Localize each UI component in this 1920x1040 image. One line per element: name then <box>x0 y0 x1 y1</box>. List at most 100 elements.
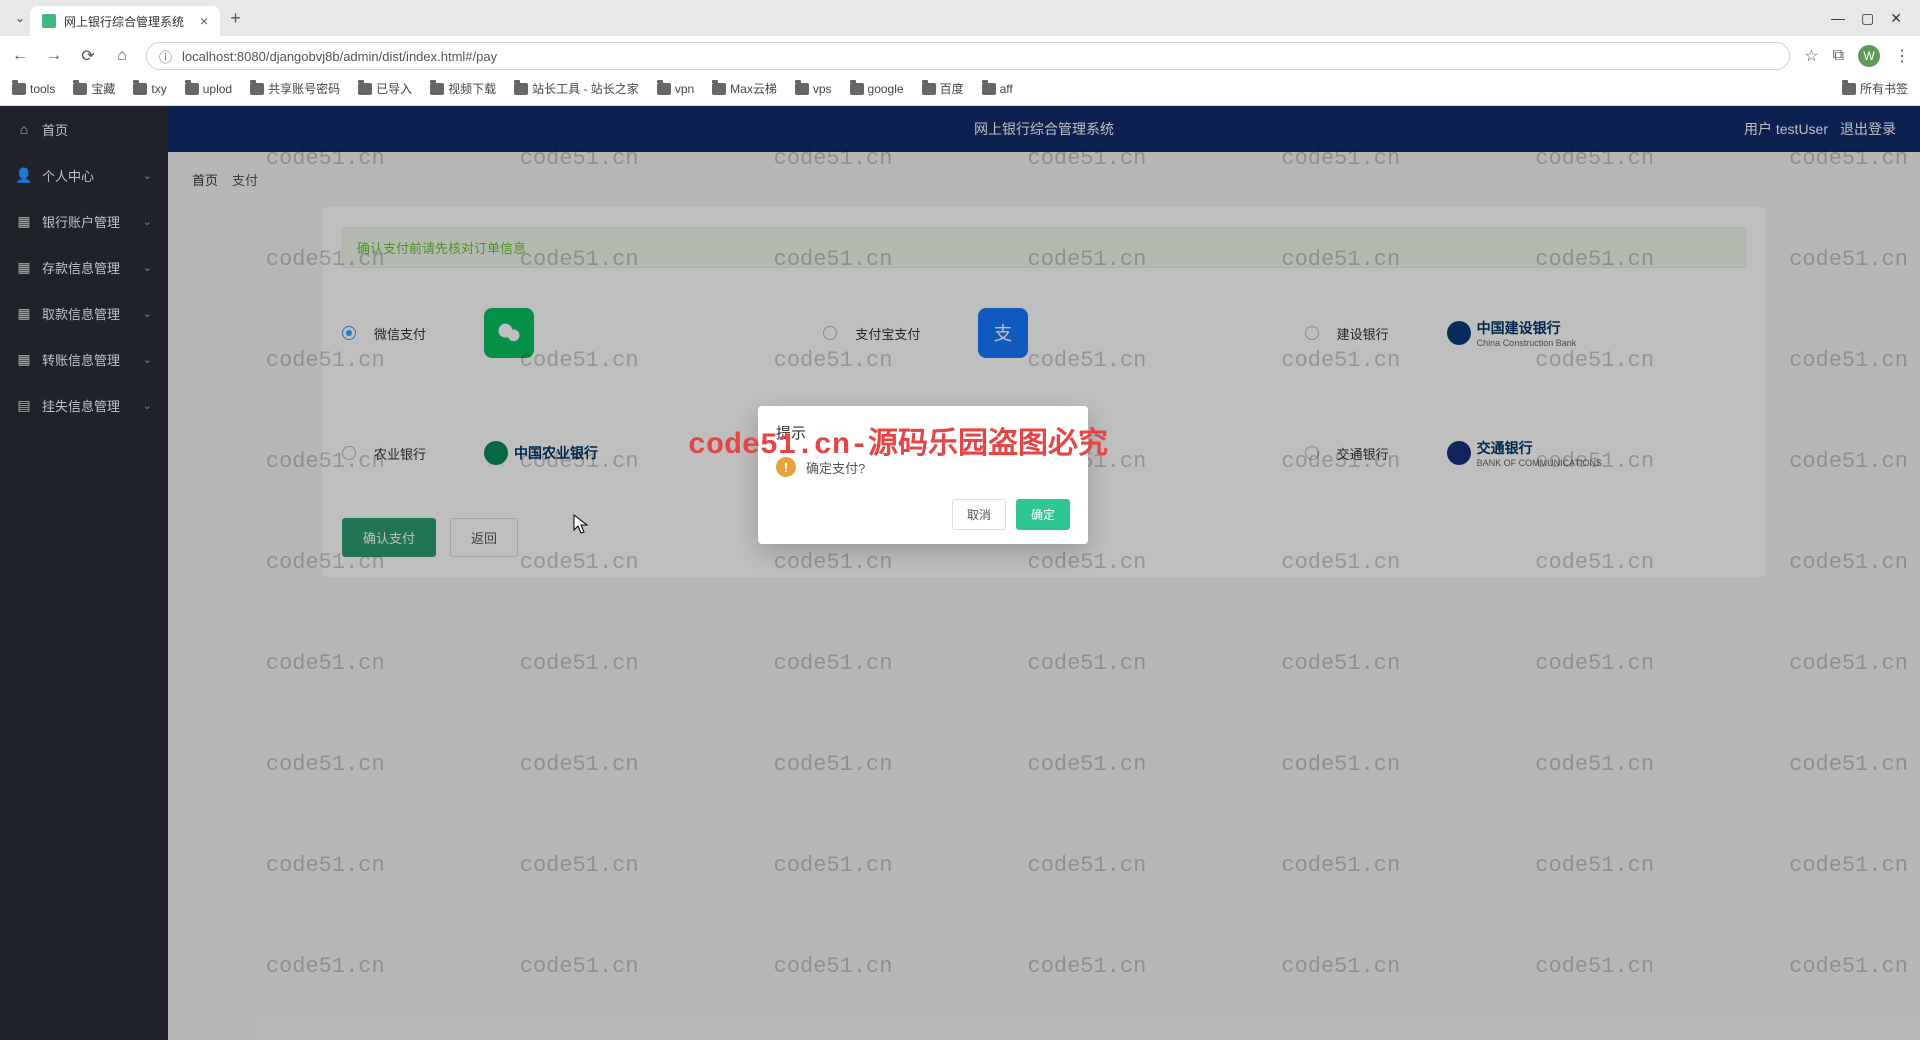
folder-icon <box>795 83 809 95</box>
sidebar-item-grid[interactable]: ▦银行账户管理⌄ <box>0 198 168 244</box>
bookmark-label: aff <box>1000 82 1013 96</box>
dialog-cancel-button[interactable]: 取消 <box>952 499 1006 530</box>
bookmark-label: 站长工具 - 站长之家 <box>532 80 639 97</box>
forward-icon[interactable]: → <box>44 47 64 65</box>
tab-search-dropdown[interactable]: ⌄ <box>10 11 30 25</box>
minimize-icon[interactable]: — <box>1831 10 1845 27</box>
chevron-down-icon: ⌄ <box>143 215 152 228</box>
grid-icon: ▦ <box>16 351 32 367</box>
folder-icon <box>514 83 528 95</box>
browser-chrome: ⌄ 网上银行综合管理系统 × + — ▢ ✕ ← → ⟳ ⌂ ⓘ localho… <box>0 0 1920 106</box>
back-icon[interactable]: ← <box>10 47 30 65</box>
star-icon[interactable]: ☆ <box>1804 46 1818 66</box>
all-bookmarks[interactable]: 所有书签 <box>1842 80 1908 97</box>
grid-icon: ▦ <box>16 213 32 229</box>
dialog-ok-button[interactable]: 确定 <box>1016 499 1070 530</box>
tab-title: 网上银行综合管理系统 <box>64 13 184 30</box>
folder-icon <box>982 83 996 95</box>
close-window-icon[interactable]: ✕ <box>1890 10 1902 27</box>
folder-icon <box>430 83 444 95</box>
bookmark-label: 共享账号密码 <box>268 80 340 97</box>
chevron-down-icon: ⌄ <box>143 169 152 182</box>
bookmark-label: uplod <box>203 82 232 96</box>
bookmark-label: vpn <box>675 82 694 96</box>
folder-icon <box>250 83 264 95</box>
chevron-down-icon: ⌄ <box>143 399 152 412</box>
folder-icon <box>657 83 671 95</box>
sidebar-item-grid[interactable]: ▦ 存款信息管理 ⌄ <box>0 244 168 290</box>
sidebar-item-label: 转账信息管理 <box>42 350 120 369</box>
extensions-icon[interactable]: ⧉ <box>1833 47 1844 65</box>
app-shell: code51.cncode51.cncode51.cncode51.cncode… <box>0 106 1920 1040</box>
reload-icon[interactable]: ⟳ <box>78 46 98 66</box>
bookmark-item[interactable]: 百度 <box>922 80 964 97</box>
profile-avatar[interactable]: W <box>1858 45 1880 67</box>
bookmark-item[interactable]: uplod <box>185 82 232 96</box>
list-icon: ▤ <box>16 397 32 413</box>
bookmark-item[interactable]: Max云梯 <box>712 80 777 97</box>
bookmark-item[interactable]: 视频下载 <box>430 80 496 97</box>
bookmark-label: txy <box>151 82 166 96</box>
dialog-message: 确定支付? <box>806 458 865 477</box>
sidebar-item-user[interactable]: 👤个人中心⌄ <box>0 152 168 198</box>
bookmark-label: 视频下载 <box>448 80 496 97</box>
chevron-down-icon: ⌄ <box>143 353 152 366</box>
chevron-down-icon: ⌄ <box>143 307 152 320</box>
bookmark-label: Max云梯 <box>730 80 777 97</box>
browser-tab-bar: ⌄ 网上银行综合管理系统 × + — ▢ ✕ <box>0 0 1920 36</box>
main-area: 网上银行综合管理系统 用户 testUser 退出登录 首页 支付 确认支付前请… <box>168 106 1920 1040</box>
address-bar: ← → ⟳ ⌂ ⓘ localhost:8080/djangobvj8b/adm… <box>0 36 1920 76</box>
new-tab-button[interactable]: + <box>230 8 241 29</box>
bookmark-item[interactable]: 站长工具 - 站长之家 <box>514 80 639 97</box>
tab-close-icon[interactable]: × <box>200 13 208 29</box>
confirm-dialog: 提示 ! 确定支付? 取消 确定 <box>758 406 1088 544</box>
all-bookmarks-label: 所有书签 <box>1860 80 1908 97</box>
bookmark-item[interactable]: vps <box>795 82 832 96</box>
sidebar-item-list[interactable]: ▤挂失信息管理⌄ <box>0 382 168 428</box>
bookmark-item[interactable]: google <box>850 82 904 96</box>
bookmark-item[interactable]: tools <box>12 82 55 96</box>
dialog-title: 提示 <box>776 422 1070 443</box>
sidebar-item-grid[interactable]: ▦ 转账信息管理 ⌄ <box>0 336 168 382</box>
maximize-icon[interactable]: ▢ <box>1861 10 1874 27</box>
bookmark-item[interactable]: txy <box>133 82 166 96</box>
sidebar-item-home[interactable]: ⌂ 首页 <box>0 106 168 152</box>
bookmark-item[interactable]: 宝藏 <box>73 80 115 97</box>
grid-icon: ▦ <box>16 305 32 321</box>
folder-icon <box>850 83 864 95</box>
bookmark-label: google <box>868 82 904 96</box>
sidebar-item-label: 取款信息管理 <box>42 304 120 323</box>
folder-icon <box>712 83 726 95</box>
bookmark-item[interactable]: 共享账号密码 <box>250 80 340 97</box>
folder-icon <box>922 83 936 95</box>
bookmark-item[interactable]: 已导入 <box>358 80 412 97</box>
sidebar-item-grid[interactable]: ▦ 取款信息管理 ⌄ <box>0 290 168 336</box>
folder-icon <box>12 83 26 95</box>
sidebar-item-label: 首页 <box>42 120 68 139</box>
menu-icon[interactable]: ⋮ <box>1894 46 1910 66</box>
chevron-down-icon: ⌄ <box>143 261 152 274</box>
browser-tab[interactable]: 网上银行综合管理系统 × <box>30 6 220 36</box>
folder-icon <box>358 83 372 95</box>
sidebar: ⌂首页👤个人中心⌄▦银行账户管理⌄▦存款信息管理⌄▦取款信息管理⌄▦转账信息管理… <box>0 106 168 1040</box>
folder-icon <box>185 83 199 95</box>
bookmark-label: 宝藏 <box>91 80 115 97</box>
bookmarks-bar: tools 宝藏 txy uplod 共享账号密码 已导入 视频下载 站长工具 - 站长之家 v… <box>0 76 1920 105</box>
dialog-footer: 取消 确定 <box>776 499 1070 530</box>
folder-icon <box>133 83 147 95</box>
window-controls: — ▢ ✕ <box>1831 10 1910 27</box>
modal-mask[interactable] <box>168 106 1920 1040</box>
folder-icon <box>73 83 87 95</box>
home-icon: ⌂ <box>16 121 32 137</box>
home-icon[interactable]: ⌂ <box>112 47 132 65</box>
bookmark-item[interactable]: vpn <box>657 82 694 96</box>
tab-favicon <box>42 14 56 28</box>
bookmark-label: vps <box>813 82 832 96</box>
site-info-icon[interactable]: ⓘ <box>159 47 172 66</box>
url-input[interactable]: ⓘ localhost:8080/djangobvj8b/admin/dist/… <box>146 42 1790 70</box>
bookmark-label: 已导入 <box>376 80 412 97</box>
dialog-body: ! 确定支付? <box>776 457 1070 477</box>
bookmark-item[interactable]: aff <box>982 82 1013 96</box>
grid-icon: ▦ <box>16 259 32 275</box>
sidebar-item-label: 存款信息管理 <box>42 258 120 277</box>
